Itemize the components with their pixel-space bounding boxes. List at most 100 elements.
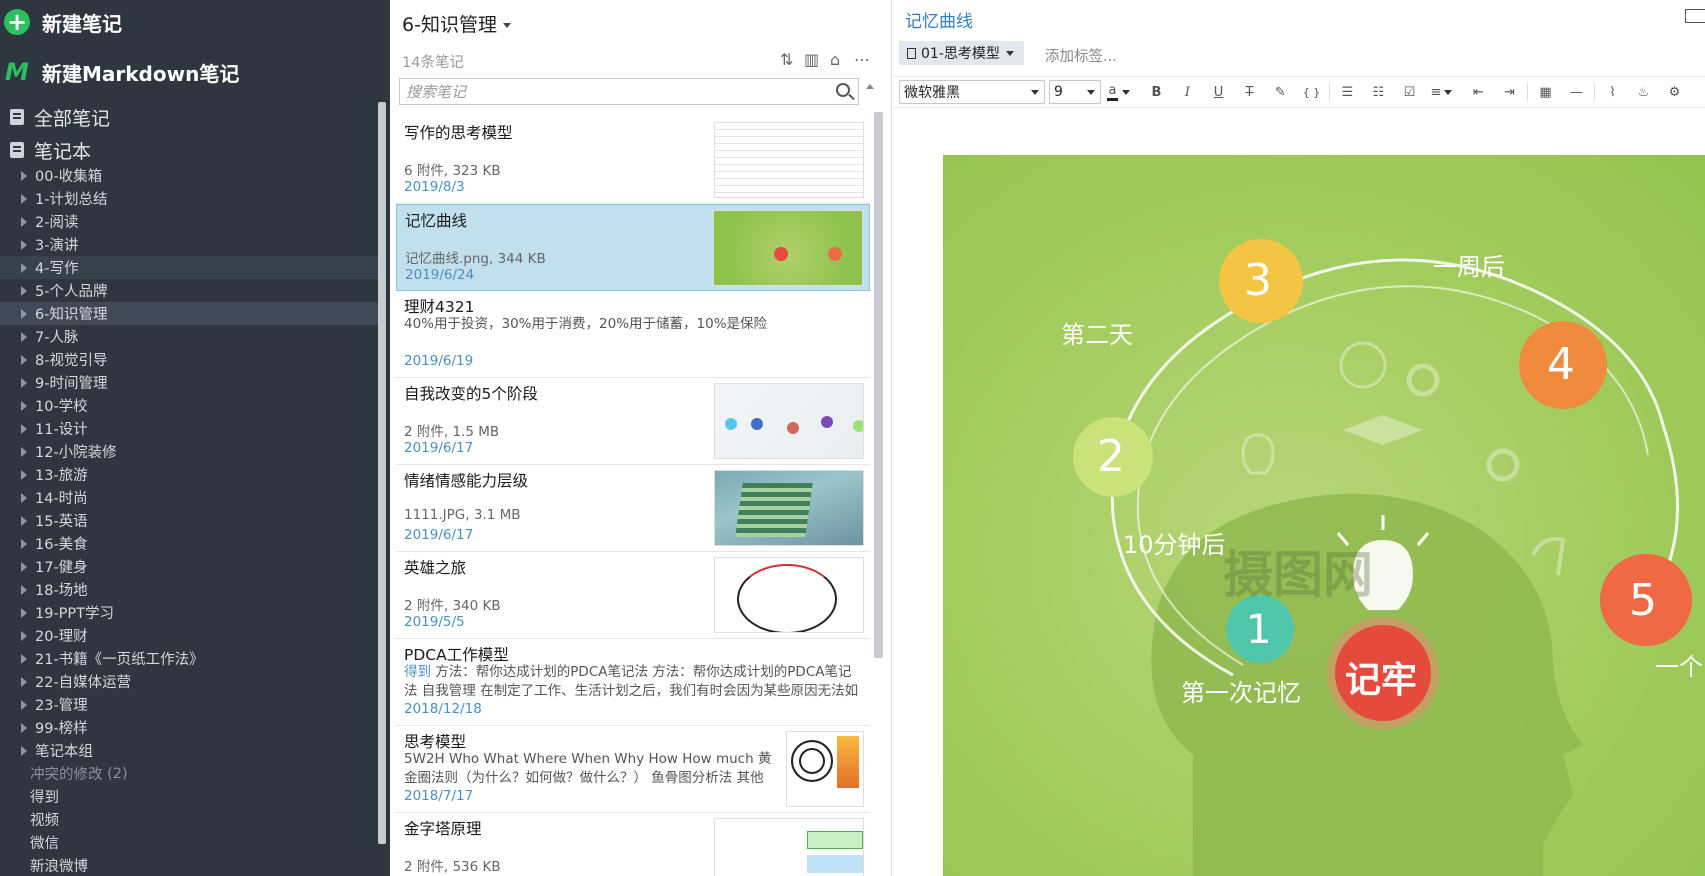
note-item[interactable]: 思考模型 5W2H Who What Where When Why How Ho… [396,726,870,813]
new-note-button[interactable]: + 新建笔记 [0,0,122,44]
expand-arrow-icon[interactable] [21,676,27,687]
expand-arrow-icon[interactable] [21,492,27,503]
checkbox-icon[interactable]: ☑ [1394,80,1425,104]
highlight-icon[interactable]: ✎ [1265,80,1296,104]
sidebar-item-notebook[interactable]: 17-健身 [0,555,378,578]
expand-arrow-icon[interactable] [21,331,27,342]
note-item[interactable]: 理财4321 40%用于投资，30%用于消费，20%用于储蓄，10%是保险 20… [396,291,870,378]
chevron-up-icon[interactable] [866,84,874,89]
expand-arrow-icon[interactable] [21,193,27,204]
sort-icon[interactable]: ⇅ [780,50,793,69]
add-tag-input[interactable]: 添加标签... [1045,45,1117,66]
sidebar-item-notebook[interactable]: 99-榜样 [0,716,378,739]
expand-arrow-icon[interactable] [21,377,27,388]
notebook-selector[interactable]: 01-思考模型 [899,41,1024,65]
note-item-selected[interactable]: 记忆曲线 记忆曲线.png, 344 KB 2019/6/24 [396,204,870,291]
sidebar-item-notebook[interactable]: 2-阅读 [0,210,378,233]
sidebar-item-notebook[interactable]: 14-时尚 [0,486,378,509]
sidebar-item-notebook[interactable]: 7-人脉 [0,325,378,348]
expand-arrow-icon[interactable] [21,354,27,365]
editor-body[interactable]: 摄图网 3 2 4 5 1 记牢 第二天 一周后 10分钟后 第一次记忆 一个 [893,109,1705,876]
expand-arrow-icon[interactable] [21,745,27,756]
reminder-icon[interactable]: ⌂ [830,50,840,69]
sidebar-item-notebook[interactable]: 5-个人品牌 [0,279,378,302]
expand-arrow-icon[interactable] [21,699,27,710]
expand-arrow-icon[interactable] [21,239,27,250]
strikethrough-button[interactable]: T [1234,80,1265,104]
note-item[interactable]: 写作的思考模型 6 附件, 323 KB 2019/8/3 [396,117,870,204]
sidebar-item-notebook[interactable]: 21-书籍《一页纸工作法》 [0,647,378,670]
more-options-icon[interactable]: ⋯ [854,50,871,69]
sidebar-item-notebook[interactable]: 4-写作 [0,256,378,279]
sidebar-item-extra[interactable]: 视频 [0,808,378,831]
sidebar-item-notebook[interactable]: 3-演讲 [0,233,378,256]
font-color-button[interactable]: a [1101,80,1141,104]
outdent-icon[interactable]: ⇤ [1463,80,1494,104]
expand-arrow-icon[interactable] [21,561,27,572]
note-title[interactable]: 记忆曲线 [905,7,973,32]
present-icon[interactable] [1685,9,1705,23]
sidebar-item-notebook[interactable]: 12-小院装修 [0,440,378,463]
notebook-title-dropdown[interactable]: 6-知识管理 [402,10,511,37]
expand-arrow-icon[interactable] [21,170,27,181]
expand-arrow-icon[interactable] [21,538,27,549]
sidebar-item-notebook-group[interactable]: 笔记本组 [0,739,378,762]
expand-arrow-icon[interactable] [21,515,27,526]
font-size-select[interactable]: 9 [1049,80,1101,104]
sidebar-scrollbar[interactable] [378,102,386,844]
note-item[interactable]: 金字塔原理 2 附件, 536 KB [396,813,870,876]
expand-arrow-icon[interactable] [21,722,27,733]
font-family-select[interactable]: 微软雅黑 [899,80,1045,104]
code-button[interactable]: { } [1296,80,1327,104]
settings-icon[interactable]: ⚙ [1659,80,1690,104]
expand-arrow-icon[interactable] [21,653,27,664]
sidebar-item-notebook[interactable]: 8-视觉引导 [0,348,378,371]
sidebar-item-extra[interactable]: 微信 [0,831,378,854]
note-item[interactable]: PDCA工作模型 得到 方法：帮你达成计划的PDCA笔记法 方法：帮你达成计划的… [396,639,870,726]
expand-arrow-icon[interactable] [21,400,27,411]
sidebar-item-notebook[interactable]: 13-旅游 [0,463,378,486]
expand-arrow-icon[interactable] [21,285,27,296]
stamp-icon[interactable]: ♨ [1628,80,1659,104]
sidebar-item-notebook[interactable]: 10-学校 [0,394,378,417]
sidebar-item-notebook[interactable]: 20-理财 [0,624,378,647]
note-item[interactable]: 情绪情感能力层级 1111.JPG, 3.1 MB 2019/6/17 [396,465,870,552]
expand-arrow-icon[interactable] [21,216,27,227]
expand-arrow-icon[interactable] [21,630,27,641]
expand-arrow-icon[interactable] [21,262,27,273]
expand-arrow-icon[interactable] [21,423,27,434]
expand-arrow-icon[interactable] [21,469,27,480]
sidebar-item-notebook[interactable]: 18-场地 [0,578,378,601]
sidebar-item-notebook[interactable]: 23-管理 [0,693,378,716]
note-item[interactable]: 自我改变的5个阶段 2 附件, 1.5 MB 2019/6/17 [396,378,870,465]
sidebar-item-extra[interactable]: 得到 [0,785,378,808]
italic-button[interactable]: I [1172,80,1203,104]
sidebar-item-notebook[interactable]: 19-PPT学习 [0,601,378,624]
underline-button[interactable]: U [1203,80,1234,104]
expand-arrow-icon[interactable] [21,607,27,618]
table-icon[interactable]: ▦ [1530,80,1561,104]
bold-button[interactable]: B [1141,80,1172,104]
numbered-list-icon[interactable]: ☷ [1363,80,1394,104]
expand-arrow-icon[interactable] [21,584,27,595]
expand-arrow-icon[interactable] [21,446,27,457]
search-input[interactable] [400,79,820,104]
horizontal-rule-button[interactable]: — [1561,80,1592,104]
align-icon[interactable]: ≡ [1425,80,1463,104]
bullet-list-icon[interactable]: ☰ [1332,80,1363,104]
sidebar-item-notebook[interactable]: 16-美食 [0,532,378,555]
sidebar-item-extra[interactable]: 新浪微博 [0,854,378,876]
sidebar-item-notebook[interactable]: 00-收集箱 [0,164,378,187]
note-list-scrollbar[interactable] [874,112,883,658]
sidebar-item-notebook[interactable]: 11-设计 [0,417,378,440]
indent-icon[interactable]: ⇥ [1494,80,1525,104]
sidebar-item-conflicts[interactable]: 冲突的修改 (2) [0,762,378,785]
sidebar-item-notebook[interactable]: 22-自媒体运营 [0,670,378,693]
view-mode-icon[interactable]: ▥ [804,50,819,69]
search-icon[interactable] [836,83,850,97]
new-markdown-button[interactable]: M 新建Markdown笔记 [0,50,239,94]
note-item[interactable]: 英雄之旅 2 附件, 340 KB 2019/5/5 [396,552,870,639]
sidebar-item-notebook-selected[interactable]: 6-知识管理 [0,302,378,325]
sidebar-item-notebook[interactable]: 9-时间管理 [0,371,378,394]
sidebar-item-notebook[interactable]: 15-英语 [0,509,378,532]
